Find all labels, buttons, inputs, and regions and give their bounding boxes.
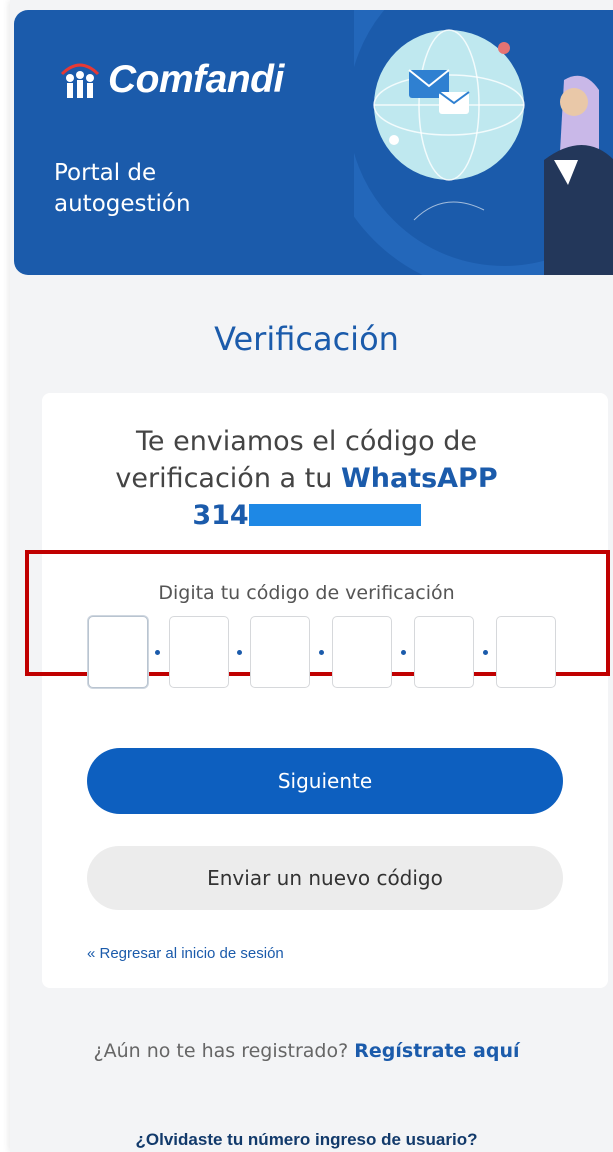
- globe-illustration-icon: [354, 10, 613, 275]
- code-separator: [237, 650, 242, 655]
- message-phone: 314: [0, 497, 613, 534]
- brand-logo: Comfandi: [58, 58, 284, 102]
- code-digit-6[interactable]: [496, 616, 556, 688]
- code-digit-3[interactable]: [250, 616, 310, 688]
- back-to-login-link[interactable]: « Regresar al inicio de sesión: [87, 945, 284, 962]
- brand-name: Comfandi: [108, 58, 284, 101]
- register-prompt: ¿Aún no te has registrado? Regístrate aq…: [0, 1040, 613, 1062]
- portal-subtitle: Portal de autogestión: [54, 158, 191, 220]
- register-prompt-text: ¿Aún no te has registrado?: [93, 1040, 349, 1062]
- page-title: Verificación: [214, 320, 399, 358]
- code-separator: [319, 650, 324, 655]
- forgot-user-link[interactable]: ¿Olvidaste tu número ingreso de usuario?: [0, 1130, 613, 1150]
- message-line2-prefix: verificación a tu: [115, 463, 341, 494]
- code-digit-2[interactable]: [169, 616, 229, 688]
- code-digit-1[interactable]: [88, 616, 148, 688]
- phone-redaction: [248, 504, 421, 526]
- message-line2: verificación a tu WhatsAPP: [0, 460, 613, 497]
- verification-message: Te enviamos el código de verificación a …: [0, 423, 613, 534]
- register-link[interactable]: Regístrate aquí: [354, 1040, 519, 1062]
- code-label: Digita tu código de verificación: [158, 582, 455, 604]
- message-line1: Te enviamos el código de: [135, 426, 477, 457]
- portal-subtitle-line1: Portal de: [54, 160, 157, 186]
- header-banner: Comfandi Portal de autogestión: [14, 10, 613, 275]
- phone-visible: 314: [192, 500, 249, 531]
- portal-subtitle-line2: autogestión: [54, 191, 191, 217]
- code-digit-4[interactable]: [332, 616, 392, 688]
- next-button[interactable]: Siguiente: [87, 748, 563, 814]
- code-separator: [401, 650, 406, 655]
- code-separator: [155, 650, 160, 655]
- resend-code-button[interactable]: Enviar un nuevo código: [87, 846, 563, 910]
- message-channel: WhatsAPP: [340, 463, 498, 494]
- code-separator: [483, 650, 488, 655]
- comfandi-logo-icon: [60, 63, 100, 98]
- code-digit-5[interactable]: [414, 616, 474, 688]
